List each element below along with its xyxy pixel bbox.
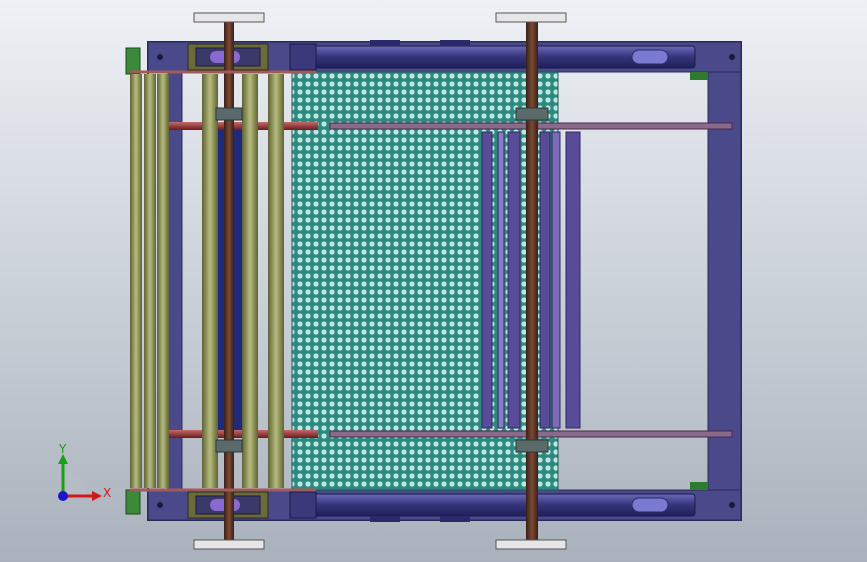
triad-y-label: Y xyxy=(59,442,67,456)
cad-viewport[interactable]: Y X xyxy=(0,0,867,562)
machine-assembly-view[interactable] xyxy=(0,0,867,562)
rollers[interactable] xyxy=(130,74,284,488)
triad-x-label: X xyxy=(103,486,112,500)
